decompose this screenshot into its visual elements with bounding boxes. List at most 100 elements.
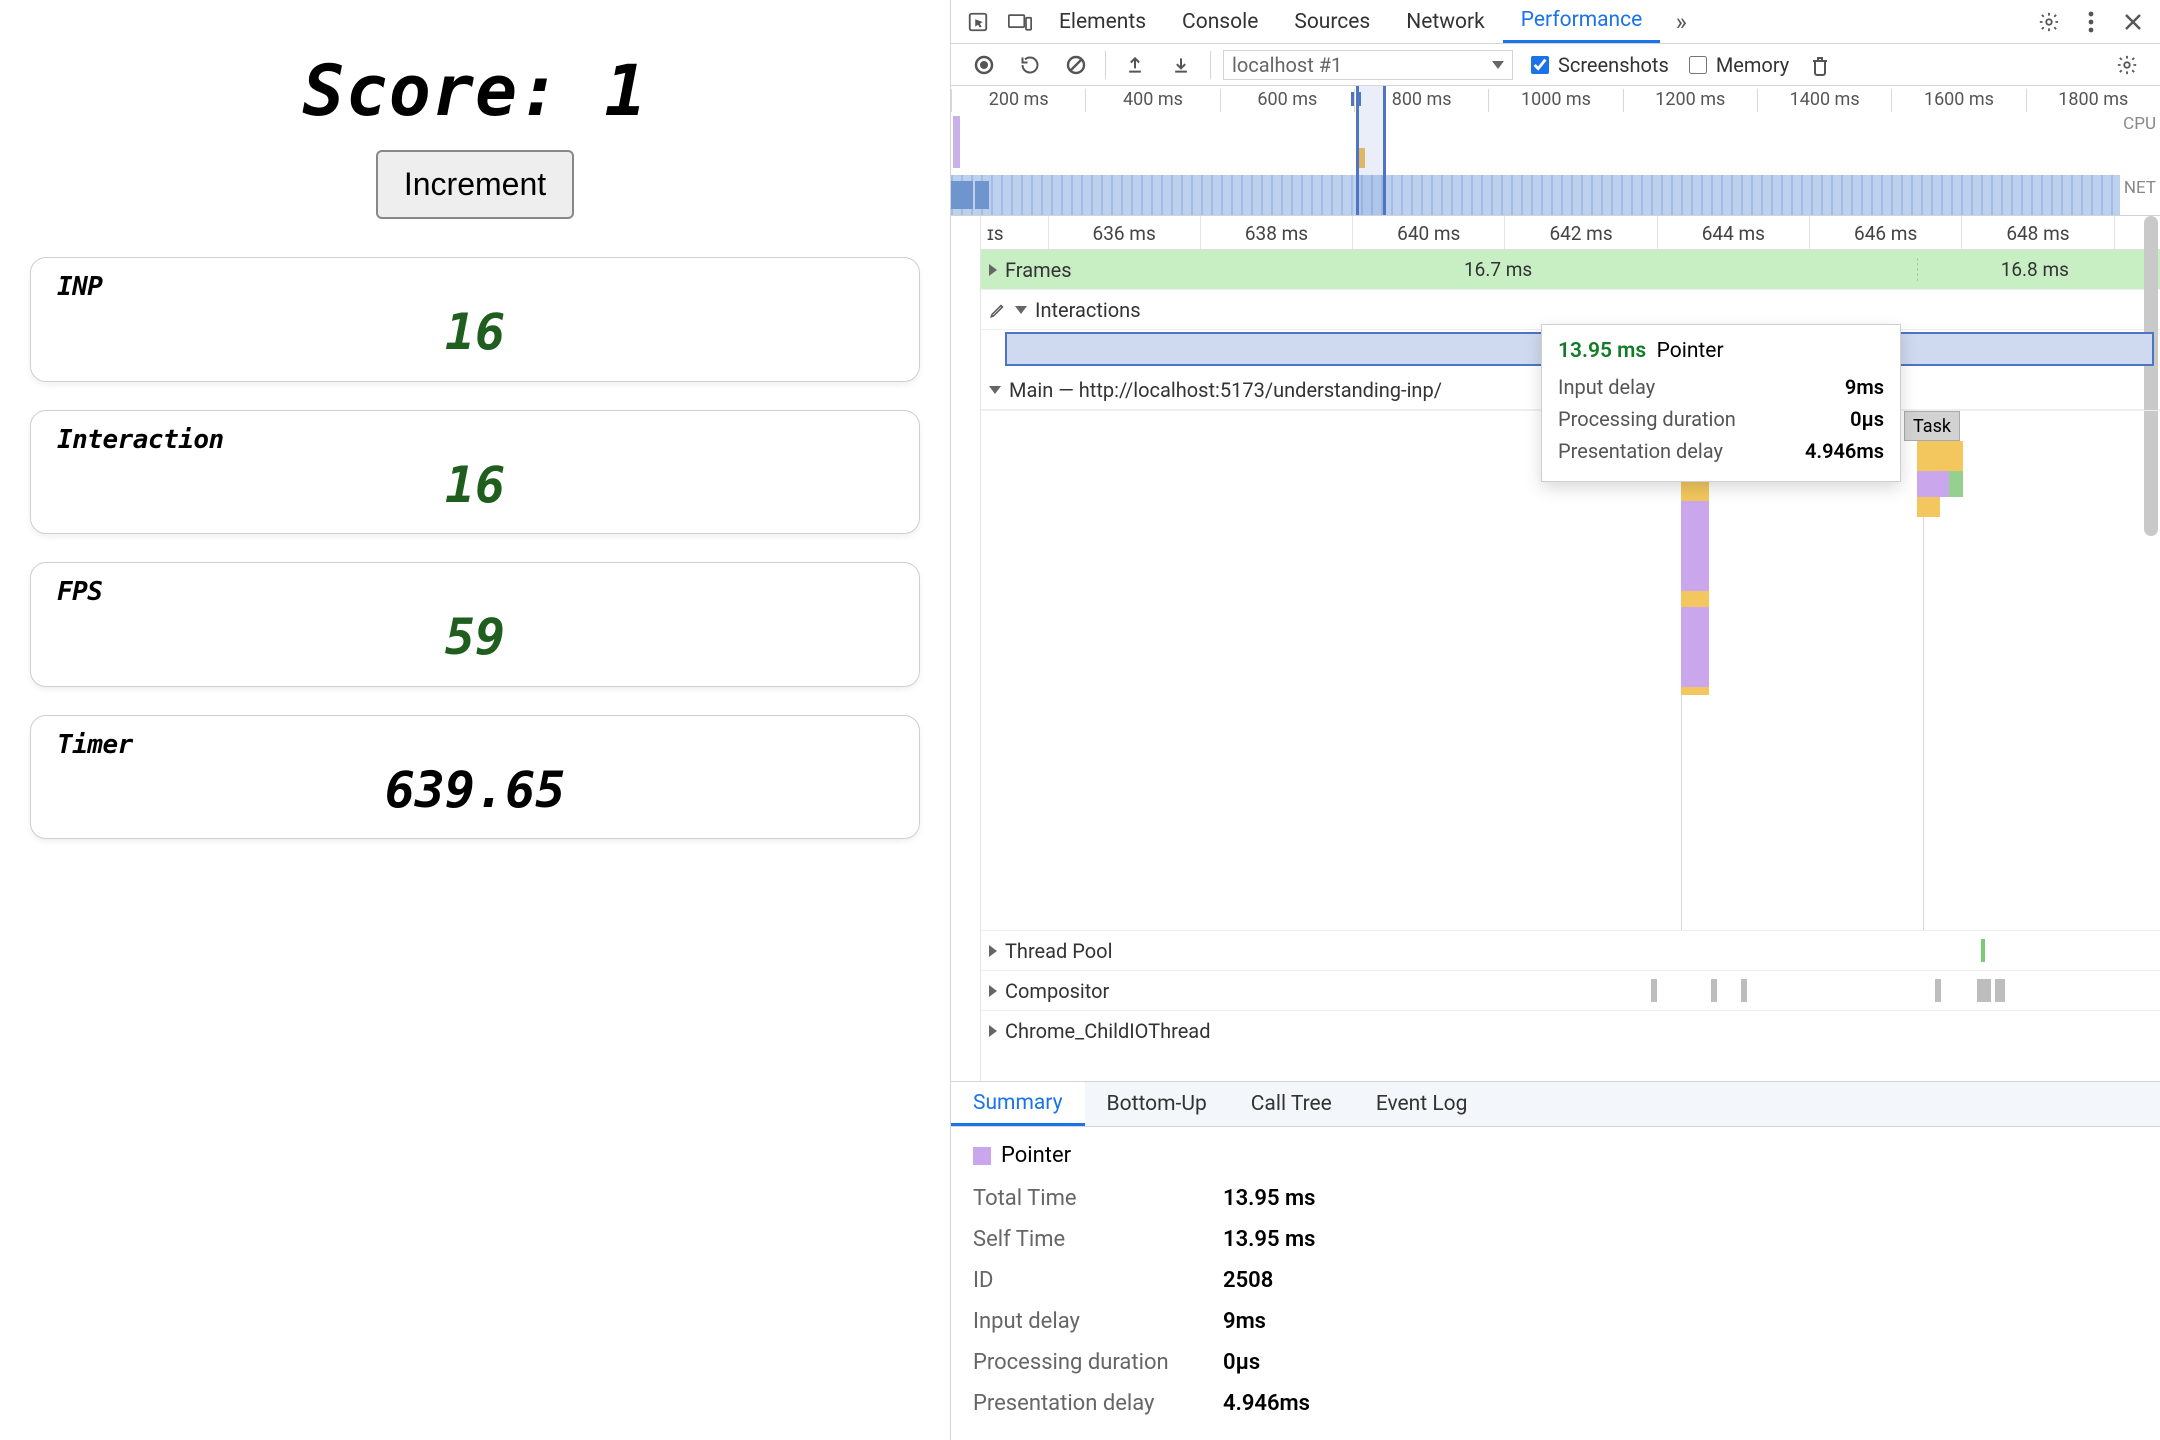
- tab-event-log[interactable]: Event Log: [1354, 1082, 1490, 1126]
- inspect-icon[interactable]: [963, 7, 993, 37]
- devtools-tabs: Elements Console Sources Network Perform…: [951, 0, 2160, 44]
- pointer-swatch: [973, 1147, 991, 1165]
- tick: 636 ms: [1048, 216, 1200, 249]
- flamechart: ɪs 636 ms 638 ms 640 ms 642 ms 644 ms 64…: [951, 216, 2160, 1081]
- chevron-down-icon: [1492, 61, 1504, 69]
- hover-tooltip: 13.95 ms Pointer Input delay 9ms Processi…: [1541, 324, 1901, 482]
- screenshots-checkbox[interactable]: [1531, 56, 1549, 74]
- task-block[interactable]: Task: [1904, 411, 1960, 441]
- overview-timeline[interactable]: 200 ms 400 ms 600 ms 800 ms 1000 ms 1200…: [951, 86, 2160, 216]
- card-interaction-label: Interaction: [57, 425, 893, 455]
- frame-duration: 16.8 ms: [1917, 258, 2152, 281]
- net-lane: [951, 175, 2120, 215]
- summary-value: 4.946ms: [1223, 1391, 1310, 1416]
- tab-network[interactable]: Network: [1388, 0, 1503, 43]
- tick: 646 ms: [1809, 216, 1961, 249]
- summary-value: 0µs: [1223, 1350, 1260, 1375]
- perf-toolbar: localhost #1 Screenshots Memory: [951, 44, 2160, 86]
- summary-tabs: Summary Bottom-Up Call Tree Event Log: [951, 1081, 2160, 1127]
- disclosure-icon[interactable]: [989, 985, 997, 997]
- flame-stack[interactable]: [1917, 441, 1963, 517]
- card-inp-label: INP: [57, 272, 893, 302]
- tab-elements[interactable]: Elements: [1041, 0, 1164, 43]
- flamechart-tracks[interactable]: ɪs 636 ms 638 ms 640 ms 642 ms 644 ms 64…: [981, 216, 2160, 1081]
- summary-value: 9ms: [1223, 1309, 1266, 1334]
- tooltip-time: 13.95 ms: [1558, 339, 1646, 363]
- memory-label: Memory: [1716, 53, 1789, 77]
- pencil-icon: [989, 301, 1007, 319]
- recording-select[interactable]: localhost #1: [1223, 50, 1513, 80]
- tooltip-label: Processing duration: [1558, 407, 1736, 431]
- record-icon[interactable]: [969, 50, 999, 80]
- card-fps-label: FPS: [57, 577, 893, 607]
- overview-ticks: 200 ms 400 ms 600 ms 800 ms 1000 ms 1200…: [951, 86, 2160, 112]
- tick: 644 ms: [1657, 216, 1809, 249]
- tick: 1200 ms: [1623, 89, 1757, 112]
- summary-label: Self Time: [973, 1227, 1203, 1252]
- tooltip-value: 4.946ms: [1805, 439, 1884, 463]
- tick: 638 ms: [1200, 216, 1352, 249]
- kebab-icon[interactable]: [2076, 7, 2106, 37]
- gear-icon[interactable]: [2112, 50, 2142, 80]
- disclosure-icon[interactable]: [989, 264, 997, 276]
- download-icon[interactable]: [1166, 50, 1196, 80]
- frames-track[interactable]: Frames 16.7 ms 16.8 ms: [981, 250, 2160, 290]
- upload-icon[interactable]: [1120, 50, 1150, 80]
- tick: 1600 ms: [1891, 89, 2025, 112]
- frame-duration: 16.7 ms: [1080, 258, 1917, 281]
- overview-lane-labels: CPU NET: [2123, 114, 2156, 204]
- tab-summary[interactable]: Summary: [951, 1082, 1085, 1126]
- summary-type: Pointer: [1001, 1143, 1071, 1168]
- increment-button[interactable]: Increment: [376, 150, 574, 219]
- disclosure-icon[interactable]: [989, 386, 1001, 394]
- tab-console[interactable]: Console: [1164, 0, 1276, 43]
- card-fps: FPS 59: [30, 562, 920, 687]
- score-title: Score: 1: [30, 50, 920, 132]
- device-icon[interactable]: [1005, 7, 1035, 37]
- gear-icon[interactable]: [2034, 7, 2064, 37]
- tick: 1400 ms: [1757, 89, 1891, 112]
- more-tabs-icon[interactable]: »: [1666, 7, 1696, 37]
- tab-call-tree[interactable]: Call Tree: [1229, 1082, 1354, 1126]
- card-timer: Timer 639.65: [30, 715, 920, 840]
- cpu-lane-label: CPU: [2123, 114, 2156, 140]
- screenshots-toggle[interactable]: Screenshots: [1527, 53, 1669, 77]
- main-flame-area[interactable]: Task: [981, 410, 2160, 930]
- compositor-track[interactable]: Compositor: [981, 970, 2160, 1010]
- memory-checkbox[interactable]: [1689, 56, 1707, 74]
- separator: [1210, 51, 1211, 79]
- thread-pool-track[interactable]: Thread Pool: [981, 930, 2160, 970]
- summary-label: Processing duration: [973, 1350, 1203, 1375]
- disclosure-icon[interactable]: [989, 1025, 997, 1037]
- devtools-pane: Elements Console Sources Network Perform…: [950, 0, 2160, 1440]
- tooltip-type: Pointer: [1657, 339, 1724, 363]
- chrome-io-track[interactable]: Chrome_ChildIOThread: [981, 1010, 2160, 1050]
- overview-range-handle[interactable]: [1356, 86, 1386, 215]
- summary-label: Total Time: [973, 1186, 1203, 1211]
- summary-label: ID: [973, 1268, 1203, 1293]
- tab-performance[interactable]: Performance: [1503, 0, 1660, 43]
- frames-label: Frames: [1005, 258, 1072, 282]
- tick: 1000 ms: [1488, 89, 1622, 112]
- tooltip-label: Input delay: [1558, 375, 1655, 399]
- tooltip-value: 0µs: [1850, 407, 1884, 431]
- tick: 600 ms: [1220, 89, 1354, 112]
- reload-icon[interactable]: [1015, 50, 1045, 80]
- close-icon[interactable]: [2118, 7, 2148, 37]
- zoom-ruler: ɪs 636 ms 638 ms 640 ms 642 ms 644 ms 64…: [981, 216, 2160, 250]
- summary-label: Input delay: [973, 1309, 1203, 1334]
- tab-bottom-up[interactable]: Bottom-Up: [1085, 1082, 1229, 1126]
- tab-sources[interactable]: Sources: [1276, 0, 1388, 43]
- clear-icon[interactable]: [1061, 50, 1091, 80]
- frame-times: 16.7 ms 16.8 ms: [1080, 258, 2152, 281]
- memory-toggle[interactable]: Memory: [1685, 53, 1789, 77]
- tooltip-value: 9ms: [1845, 375, 1884, 399]
- tick: 648 ms: [1961, 216, 2113, 249]
- gc-icon[interactable]: [1805, 50, 1835, 80]
- summary-value: 13.95 ms: [1223, 1186, 1315, 1211]
- disclosure-icon[interactable]: [989, 945, 997, 957]
- disclosure-icon[interactable]: [1015, 306, 1027, 314]
- tick: 642 ms: [1504, 216, 1656, 249]
- tick: 200 ms: [951, 89, 1085, 112]
- card-interaction-value: 16: [57, 459, 893, 512]
